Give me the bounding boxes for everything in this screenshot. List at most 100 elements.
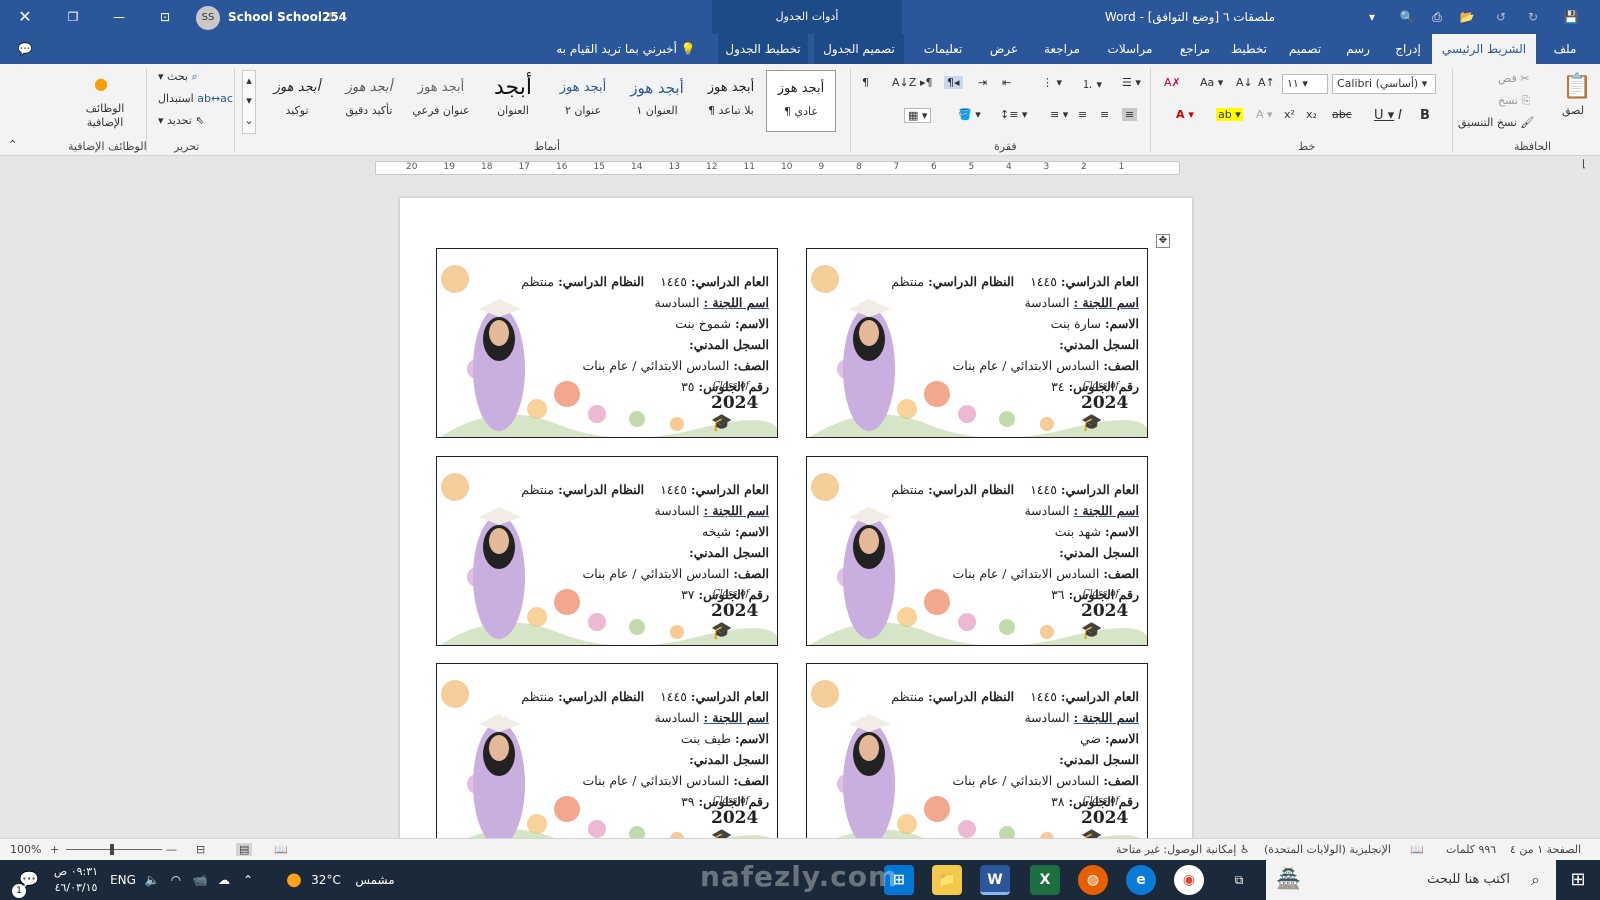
print-preview-icon[interactable]: 🔍 xyxy=(1392,0,1422,34)
tab-references[interactable]: مراجع xyxy=(1172,34,1218,64)
align-center-icon[interactable]: ≡ xyxy=(1100,108,1109,121)
label-text[interactable]: العام الدراسي: ١٤٤٥ النظام الدراسي: منتظ… xyxy=(889,271,1139,397)
web-layout-icon[interactable]: ⊟ xyxy=(196,843,205,856)
style-no-spacing[interactable]: أبجد هوز ¶ بلا تباعد xyxy=(696,70,766,132)
highlight-color-icon[interactable]: ab ▾ xyxy=(1216,108,1243,121)
find-button[interactable]: ▾ بحث ⌕ xyxy=(158,70,198,84)
bullets-icon[interactable]: ☰ ▾ xyxy=(1122,76,1141,89)
avatar[interactable]: SS xyxy=(196,6,220,30)
onedrive-icon[interactable]: ☁ xyxy=(214,860,234,900)
align-right-icon[interactable]: ≡ xyxy=(1122,108,1138,121)
show-hidden-icons-icon[interactable]: ⌃ xyxy=(238,860,258,900)
show-marks-icon[interactable]: ¶ xyxy=(862,76,869,89)
document-canvas[interactable]: ✥ العام الدراسي: ١٤٤٥ النظام الدراسي: من… xyxy=(0,180,1600,838)
tab-home[interactable]: الشريط الرئيسي xyxy=(1432,34,1536,64)
decrease-indent-icon[interactable]: ⇤ xyxy=(1002,76,1011,89)
multilevel-list-icon[interactable]: ⋮ ▾ xyxy=(1042,76,1062,89)
tab-design[interactable]: تصميم xyxy=(1282,34,1328,64)
label-text[interactable]: العام الدراسي: ١٤٤٥ النظام الدراسي: منتظ… xyxy=(519,686,769,812)
excel-icon[interactable]: X xyxy=(1030,865,1060,895)
horizontal-ruler[interactable]: 1 2 3 4 5 6 7 8 9 10 11 12 13 14 15 16 17 18 19 20 xyxy=(375,161,1180,175)
proofing-icon[interactable]: 📖 xyxy=(1410,843,1424,856)
redo-icon[interactable]: ↻ xyxy=(1518,0,1548,34)
underline-icon[interactable]: U ▾ xyxy=(1374,108,1394,123)
page-count[interactable]: الصفحة ١ من ٤ xyxy=(1510,843,1581,856)
weather-temp[interactable]: 32°C xyxy=(306,860,346,900)
replace-button[interactable]: استبدال ab↔ac xyxy=(158,92,233,105)
label-text[interactable]: العام الدراسي: ١٤٤٥ النظام الدراسي: منتظ… xyxy=(519,271,769,397)
tab-table-layout[interactable]: تخطيط الجدول xyxy=(718,34,808,64)
font-size-select[interactable]: ١١ ▾ xyxy=(1282,74,1328,94)
chrome-icon[interactable]: ◉ xyxy=(1174,865,1204,895)
user-name[interactable]: School School254 xyxy=(228,0,347,34)
strikethrough-icon[interactable]: abc xyxy=(1332,108,1352,121)
word-icon[interactable]: W xyxy=(980,865,1010,895)
restore-icon[interactable]: ❐ xyxy=(58,0,88,34)
bold-icon[interactable]: B xyxy=(1420,108,1430,123)
table-move-handle-icon[interactable]: ✥ xyxy=(1156,234,1170,248)
tell-me-box[interactable]: أخبرني بما تريد القيام به 💡 xyxy=(546,34,706,64)
accessibility-status[interactable]: إمكانية الوصول: غير متاحة ♿ xyxy=(1116,843,1250,856)
text-effects-icon[interactable]: A ▾ xyxy=(1256,108,1273,121)
print-layout-icon[interactable]: ▤ xyxy=(236,843,253,856)
style-normal[interactable]: أبجد هوز ¶ عادي xyxy=(766,70,836,132)
style-subtle-emphasis[interactable]: أبجد هوز تأكيد دقيق xyxy=(334,70,404,132)
tab-selector-icon[interactable]: ⌊ xyxy=(1582,159,1586,170)
addins-button[interactable]: الوظائف الإضافية xyxy=(80,102,130,130)
superscript-icon[interactable]: x² xyxy=(1284,108,1295,121)
taskbar-search[interactable]: ⌕ اكتب هنا للبحث 🏯 xyxy=(1266,860,1556,900)
language-indicator[interactable]: الإنجليزية (الولايات المتحدة) xyxy=(1264,843,1391,856)
zoom-in-icon[interactable]: + xyxy=(50,843,59,856)
tab-table-design[interactable]: تصميم الجدول xyxy=(814,34,904,64)
increase-indent-icon[interactable]: ⇥ xyxy=(978,76,987,89)
ribbon-display-options-icon[interactable]: ⊡ xyxy=(150,0,180,34)
zoom-slider-thumb[interactable] xyxy=(110,844,114,855)
styles-scroll-buttons[interactable]: ▴ ▾ ⌄ xyxy=(242,70,256,134)
grow-font-icon[interactable]: A↑ xyxy=(1258,76,1275,89)
volume-icon[interactable]: 🔈 xyxy=(142,860,162,900)
tab-review[interactable]: مراجعة xyxy=(1036,34,1088,64)
copy-button[interactable]: نسخ ⎘ xyxy=(1498,94,1530,108)
shrink-font-icon[interactable]: A↓ xyxy=(1236,76,1253,89)
sticker-label[interactable]: العام الدراسي: ١٤٤٥ النظام الدراسي: منتظ… xyxy=(436,248,778,438)
italic-icon[interactable]: I xyxy=(1398,108,1402,123)
quick-print-icon[interactable]: ⎙ xyxy=(1422,0,1452,34)
borders-icon[interactable]: ▦ ▾ xyxy=(904,108,932,123)
justify-icon[interactable]: ≡ ▾ xyxy=(1050,108,1068,121)
zoom-out-icon[interactable]: — xyxy=(166,843,177,856)
change-case-icon[interactable]: Aa ▾ xyxy=(1200,76,1223,89)
style-emphasis[interactable]: أبجد هوز توكيد xyxy=(262,70,332,132)
document-page[interactable]: ✥ العام الدراسي: ١٤٤٥ النظام الدراسي: من… xyxy=(400,198,1192,838)
ltr-direction-icon[interactable]: ▸¶ xyxy=(920,76,933,89)
style-title[interactable]: أبجد العنوان xyxy=(478,70,548,132)
tab-mailings[interactable]: مراسلات xyxy=(1098,34,1162,64)
tab-layout[interactable]: تخطيط xyxy=(1226,34,1272,64)
start-icon[interactable]: ⊞ xyxy=(1556,860,1600,900)
tab-view[interactable]: عرض xyxy=(982,34,1026,64)
sticker-label[interactable]: العام الدراسي: ١٤٤٥ النظام الدراسي: منتظ… xyxy=(806,248,1148,438)
line-spacing-icon[interactable]: ↕≡ ▾ xyxy=(1000,108,1027,121)
task-view-icon[interactable]: ⧉ xyxy=(1224,860,1254,900)
font-name-select[interactable]: Calibri (أساسي) ▾ xyxy=(1332,74,1436,94)
sticker-label[interactable]: العام الدراسي: ١٤٤٥ النظام الدراسي: منتظ… xyxy=(436,663,778,838)
zoom-slider[interactable] xyxy=(66,849,162,850)
select-button[interactable]: ▾ تحديد ⇖ xyxy=(158,114,205,127)
wifi-icon[interactable]: ◠ xyxy=(166,860,186,900)
rtl-direction-icon[interactable]: ¶◂ xyxy=(944,76,963,89)
tab-file[interactable]: ملف xyxy=(1540,34,1590,64)
zoom-level[interactable]: 100% xyxy=(10,843,41,856)
minimize-icon[interactable]: — xyxy=(104,0,134,34)
collapse-ribbon-icon[interactable]: ⌃ xyxy=(8,138,17,151)
word-count[interactable]: ٩٩٦ كلمات xyxy=(1446,843,1496,856)
style-subtitle[interactable]: أبجد هوز عنوان فرعي xyxy=(404,70,478,132)
save-icon[interactable]: 💾 xyxy=(1556,0,1586,34)
label-text[interactable]: العام الدراسي: ١٤٤٥ النظام الدراسي: منتظ… xyxy=(889,479,1139,605)
shading-icon[interactable]: 🪣 ▾ xyxy=(958,108,981,121)
read-mode-icon[interactable]: 📖 xyxy=(274,843,288,856)
sticker-label[interactable]: العام الدراسي: ١٤٤٥ النظام الدراسي: منتظ… xyxy=(806,663,1148,838)
tab-draw[interactable]: رسم xyxy=(1338,34,1378,64)
style-heading-2[interactable]: أبجد هوز عنوان ٢ xyxy=(548,70,618,132)
close-icon[interactable]: ✕ xyxy=(10,0,40,34)
label-text[interactable]: العام الدراسي: ١٤٤٥ النظام الدراسي: منتظ… xyxy=(889,686,1139,812)
sort-icon[interactable]: A↓Z xyxy=(892,76,916,89)
